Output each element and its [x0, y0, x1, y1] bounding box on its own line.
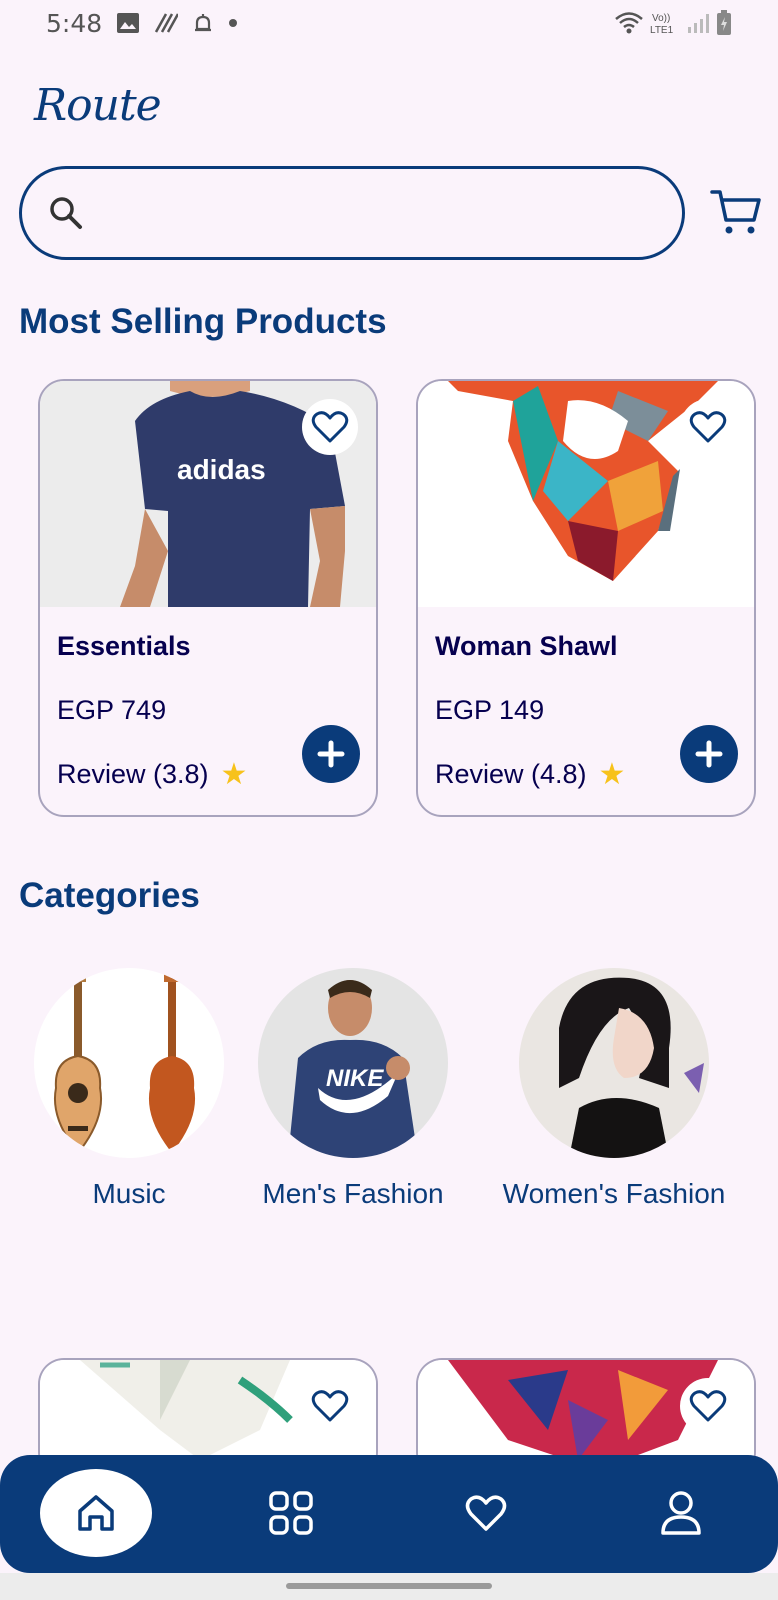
- product-card-essentials[interactable]: adidas Essentials EGP 749 Review (3.8) ★: [38, 379, 378, 817]
- nav-profile[interactable]: [625, 1469, 737, 1557]
- volte-icon: Vo))LTE1: [650, 13, 674, 35]
- bottom-navigation: [0, 1455, 778, 1573]
- product-review: Review (3.8) ★: [57, 757, 247, 792]
- nav-wishlist[interactable]: [430, 1469, 542, 1557]
- product-card-woman-shawl[interactable]: Woman Shawl EGP 149 Review (4.8) ★: [416, 379, 756, 817]
- product-price: EGP 149: [435, 695, 545, 725]
- product-price: EGP 749: [57, 695, 167, 725]
- categories-title: Categories: [19, 876, 200, 915]
- favorite-button[interactable]: [302, 399, 358, 455]
- star-icon: ★: [598, 758, 626, 791]
- add-to-cart-button[interactable]: [302, 725, 360, 783]
- bell-notification-icon: [195, 14, 212, 32]
- search-input[interactable]: [98, 199, 682, 227]
- heart-icon: [465, 1495, 507, 1531]
- category-label: Men's Fashion: [262, 1178, 444, 1209]
- cart-button[interactable]: [710, 186, 762, 238]
- category-womens-fashion[interactable]: Women's Fashion: [496, 968, 732, 1210]
- plus-icon: [695, 740, 723, 768]
- most-selling-title: Most Selling Products: [19, 302, 387, 341]
- home-icon: [78, 1495, 114, 1531]
- status-time: 5:48: [46, 8, 103, 38]
- cart-icon: [710, 190, 761, 234]
- category-music[interactable]: Music: [34, 968, 224, 1210]
- home-indicator[interactable]: [286, 1583, 492, 1589]
- svg-text:LTE1: LTE1: [650, 25, 674, 35]
- product-name: Woman Shawl: [435, 631, 618, 661]
- category-image: [34, 968, 224, 1158]
- svg-text:NIKE: NIKE: [326, 1065, 384, 1092]
- heart-icon: [689, 1390, 727, 1422]
- favorite-button[interactable]: [302, 1378, 358, 1434]
- status-bar: 5:48 Vo)) LTE1: [0, 0, 778, 46]
- product-review: Review (4.8) ★: [435, 757, 625, 792]
- nav-home[interactable]: [40, 1469, 152, 1557]
- heart-icon: [689, 411, 727, 443]
- stripes-notification-icon: [155, 13, 179, 33]
- product-name: Essentials: [57, 631, 191, 661]
- search-icon: [50, 197, 82, 229]
- battery-icon: [717, 10, 731, 35]
- favorite-button[interactable]: [680, 399, 736, 455]
- favorite-button[interactable]: [680, 1378, 736, 1434]
- heart-icon: [311, 411, 349, 443]
- product-image: adidas: [40, 381, 376, 607]
- review-text: Review (3.8): [57, 759, 209, 789]
- app-logo: Route: [34, 80, 162, 131]
- category-mens-fashion[interactable]: NIKE Men's Fashion: [258, 968, 448, 1210]
- signal-icon: [688, 14, 709, 33]
- category-label: Women's Fashion: [502, 1178, 726, 1209]
- heart-icon: [311, 1390, 349, 1422]
- plus-icon: [317, 740, 345, 768]
- wifi-icon: [615, 12, 643, 34]
- categories-grid-icon: [269, 1491, 313, 1535]
- svg-text:adidas: adidas: [177, 454, 266, 485]
- dot-icon: [229, 19, 238, 27]
- user-icon: [661, 1491, 701, 1535]
- search-bar[interactable]: [19, 166, 685, 260]
- category-image: NIKE: [258, 968, 448, 1158]
- category-label: Music: [92, 1178, 166, 1209]
- star-icon: ★: [220, 758, 248, 791]
- product-image: [418, 381, 754, 607]
- image-notification-icon: [117, 13, 140, 33]
- category-image: [519, 968, 709, 1158]
- nav-categories[interactable]: [235, 1469, 347, 1557]
- svg-text:Vo)): Vo)): [652, 13, 670, 24]
- add-to-cart-button[interactable]: [680, 725, 738, 783]
- review-text: Review (4.8): [435, 759, 587, 789]
